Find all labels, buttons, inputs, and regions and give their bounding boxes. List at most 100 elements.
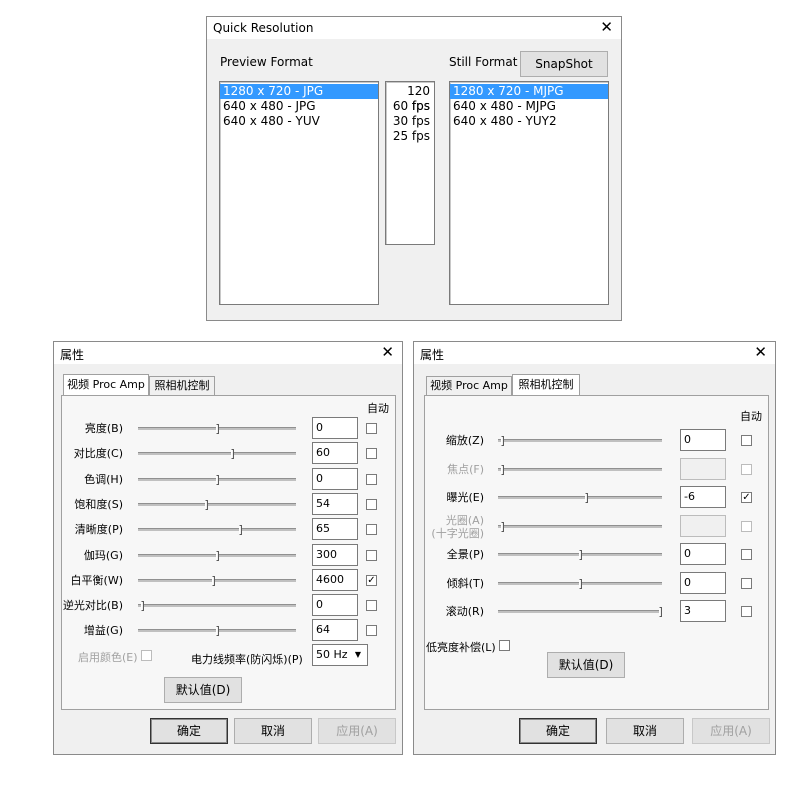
fps-item[interactable]: 60 fps — [386, 99, 434, 114]
slider-thumb[interactable] — [216, 474, 219, 485]
value-field[interactable]: 60 — [312, 442, 358, 465]
default-button[interactable]: 默认值(D) — [547, 652, 625, 678]
slider-thumb[interactable] — [501, 464, 504, 475]
tab-proc-amp[interactable]: 视频 Proc Amp — [63, 374, 149, 396]
auto-checkbox[interactable] — [741, 463, 752, 475]
preview-format-item[interactable]: 1280 x 720 - JPG — [220, 84, 378, 99]
still-format-item[interactable]: 640 x 480 - YUY2 — [450, 114, 608, 129]
auto-checkbox[interactable] — [741, 435, 752, 446]
auto-checkbox[interactable] — [366, 625, 377, 637]
slider-thumb[interactable] — [205, 499, 208, 510]
slider-thumb[interactable] — [579, 578, 582, 589]
value-field[interactable]: 0 — [312, 417, 358, 439]
properties-dialog-proc-amp: 属性 ✕ 视频 Proc Amp 照相机控制 自动 亮度(B) 0 对比度(C) 60… — [53, 341, 403, 755]
auto-header: 自动 — [367, 402, 389, 415]
value-field[interactable] — [680, 457, 726, 480]
slider-thumb[interactable] — [659, 607, 662, 617]
enable-color-checkbox[interactable] — [141, 650, 152, 661]
slider-track[interactable] — [138, 604, 296, 608]
fps-item[interactable]: 25 fps — [386, 129, 434, 144]
preview-format-item[interactable]: 640 x 480 - YUV — [220, 114, 378, 129]
still-format-item[interactable]: 640 x 480 - MJPG — [450, 99, 608, 114]
value-field[interactable]: 0 — [680, 429, 726, 451]
slider-track[interactable] — [138, 502, 296, 506]
fps-item[interactable]: 120 fps — [386, 84, 434, 113]
slider-track[interactable] — [138, 578, 296, 582]
enable-color-label: 启用颜色(E) — [78, 651, 138, 664]
close-icon[interactable]: ✕ — [600, 19, 613, 35]
close-icon[interactable]: ✕ — [381, 344, 394, 360]
slider-thumb[interactable] — [501, 521, 504, 532]
auto-checkbox[interactable] — [741, 520, 752, 532]
value-field[interactable]: 0 — [680, 571, 726, 594]
slider-track[interactable] — [498, 439, 662, 442]
slider-track[interactable] — [498, 496, 662, 499]
cancel-button[interactable]: 取消 — [606, 718, 684, 744]
chevron-down-icon: ▼ — [354, 650, 362, 659]
cancel-button[interactable]: 取消 — [234, 718, 312, 744]
slider-thumb[interactable] — [216, 550, 219, 561]
tab-camera-control[interactable]: 照相机控制 — [149, 376, 215, 396]
still-format-label: Still Format — [449, 55, 518, 69]
slider-thumb[interactable] — [501, 436, 504, 446]
tab-proc-amp[interactable]: 视频 Proc Amp — [426, 376, 512, 396]
slider-label: 逆光对比(B) — [62, 599, 123, 613]
ok-button[interactable]: 确定 — [150, 718, 228, 744]
slider-track[interactable] — [498, 467, 662, 471]
slider-thumb[interactable] — [231, 449, 234, 460]
preview-format-list[interactable]: 1280 x 720 - JPG 640 x 480 - JPG 640 x 4… — [219, 81, 379, 305]
value-field[interactable]: 65 — [312, 518, 358, 541]
value-field[interactable]: 4600 — [312, 568, 358, 591]
auto-checkbox[interactable] — [366, 498, 377, 510]
auto-checkbox[interactable] — [366, 448, 377, 460]
auto-checkbox-checked[interactable]: ✓ — [366, 574, 377, 586]
slider-thumb[interactable] — [212, 575, 215, 586]
apply-button[interactable]: 应用(A) — [318, 718, 396, 744]
low-light-compensation-checkbox[interactable] — [499, 640, 510, 651]
snapshot-button[interactable]: SnapShot — [520, 51, 608, 77]
ok-button[interactable]: 确定 — [519, 718, 597, 744]
value-field[interactable]: -6 — [680, 486, 726, 508]
auto-checkbox[interactable] — [366, 473, 377, 485]
value-field[interactable]: 64 — [312, 619, 358, 642]
auto-checkbox[interactable] — [366, 549, 377, 561]
still-format-list[interactable]: 1280 x 720 - MJPG 640 x 480 - MJPG 640 x… — [449, 81, 609, 305]
slider-track[interactable] — [138, 528, 296, 532]
slider-thumb[interactable] — [239, 525, 242, 536]
slider-thumb[interactable] — [216, 626, 219, 637]
value-field[interactable] — [680, 514, 726, 537]
auto-checkbox[interactable] — [741, 549, 752, 560]
slider-thumb[interactable] — [216, 424, 219, 434]
auto-checkbox[interactable] — [741, 606, 752, 617]
value-field[interactable]: 54 — [312, 492, 358, 515]
auto-checkbox-checked[interactable]: ✓ — [741, 492, 752, 503]
value-field[interactable]: 300 — [312, 543, 358, 566]
value-field[interactable]: 0 — [312, 594, 358, 617]
slider-thumb[interactable] — [585, 493, 588, 503]
fps-item[interactable]: 30 fps — [386, 114, 434, 129]
slider-thumb[interactable] — [141, 601, 144, 612]
auto-checkbox[interactable] — [366, 600, 377, 612]
close-icon[interactable]: ✕ — [754, 344, 767, 360]
slider-track[interactable] — [498, 524, 662, 528]
auto-checkbox[interactable] — [366, 524, 377, 536]
still-format-item[interactable]: 1280 x 720 - MJPG — [450, 84, 608, 99]
slider-thumb[interactable] — [579, 550, 582, 560]
preview-format-item[interactable]: 640 x 480 - JPG — [220, 99, 378, 114]
default-button[interactable]: 默认值(D) — [164, 677, 242, 703]
slider-label: 滚动(R) — [445, 605, 484, 618]
auto-checkbox[interactable] — [741, 577, 752, 589]
slider-track[interactable] — [498, 610, 662, 613]
tab-camera-control[interactable]: 照相机控制 — [512, 374, 580, 396]
value-field[interactable]: 0 — [680, 543, 726, 565]
value-field[interactable]: 0 — [312, 467, 358, 490]
window-title: 属性 — [60, 348, 85, 362]
powerline-frequency-select[interactable]: 50 Hz ▼ — [312, 644, 368, 666]
slider-track[interactable] — [138, 452, 296, 456]
auto-checkbox[interactable] — [366, 423, 377, 434]
quick-resolution-window: Quick Resolution ✕ Preview Format Still … — [206, 16, 622, 321]
apply-button[interactable]: 应用(A) — [692, 718, 770, 744]
fps-list[interactable]: 120 fps 60 fps 30 fps 25 fps — [385, 81, 435, 245]
value-field[interactable]: 3 — [680, 600, 726, 622]
slider-label: 色调(H) — [84, 472, 123, 486]
